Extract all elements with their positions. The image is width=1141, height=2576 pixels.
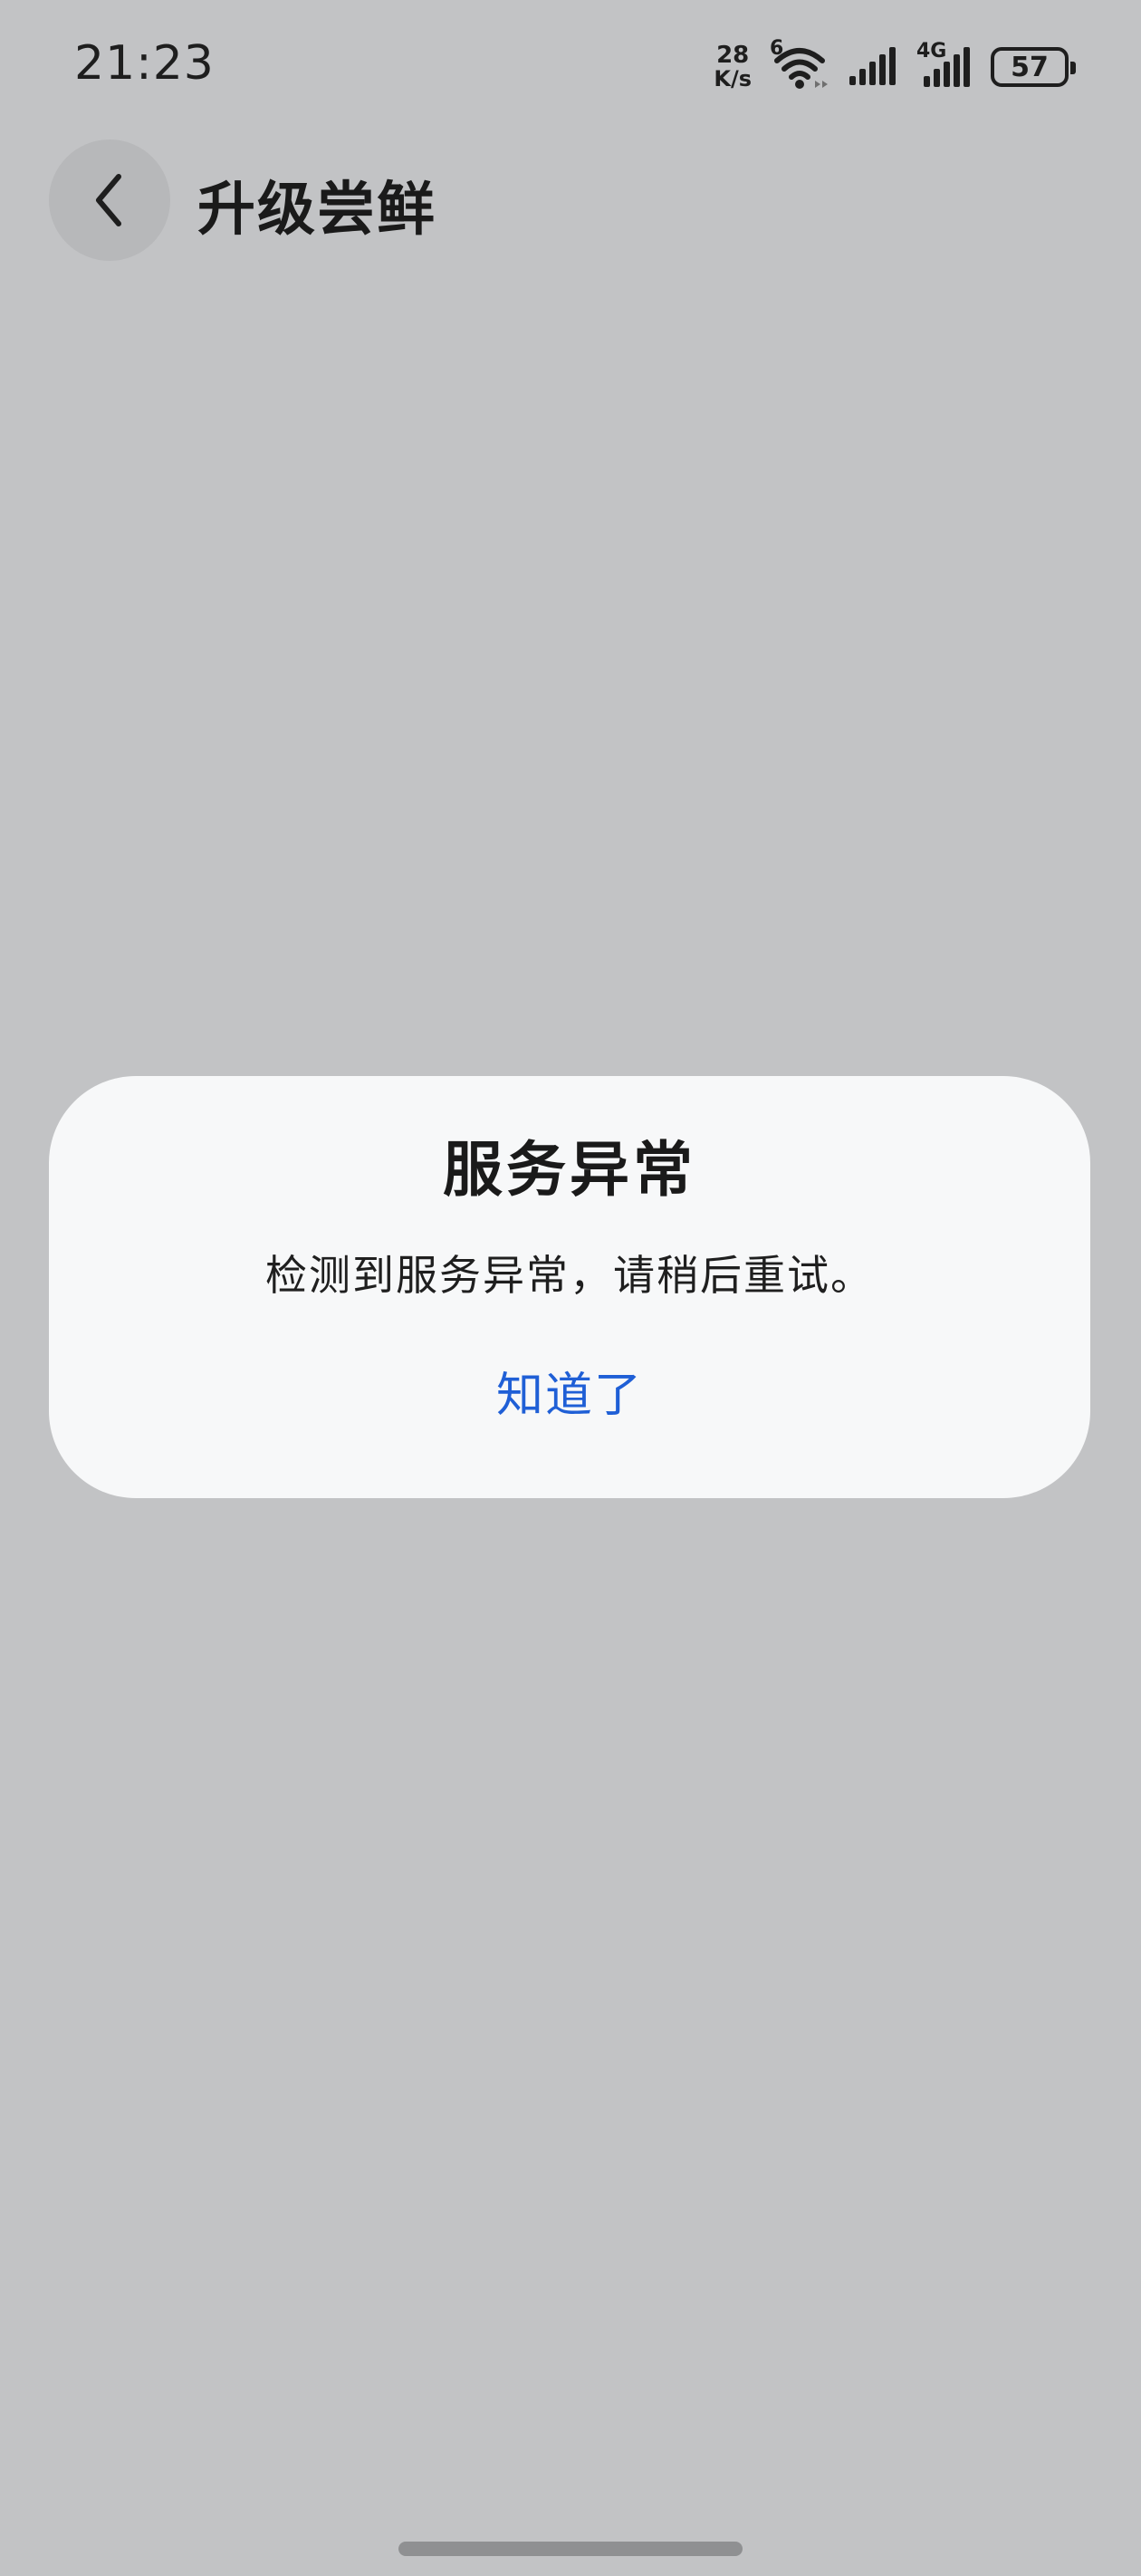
network-speed: 28 K/s [714, 43, 752, 91]
wifi-badge: 6 [770, 37, 784, 60]
page-title: 升级尝鲜 [197, 177, 436, 244]
header: 升级尝鲜 [0, 136, 1141, 272]
error-dialog: 服务异常 检测到服务异常，请稍后重试。 知道了 [49, 1076, 1090, 1498]
network-speed-unit: K/s [714, 66, 752, 91]
signal-4g-icon: 4G [916, 40, 971, 89]
signal-strength-icon [849, 47, 896, 85]
home-indicator[interactable] [398, 2542, 743, 2556]
status-bar: 21:23 28 K/s 6 4G 57 [0, 0, 1141, 136]
confirm-button[interactable]: 知道了 [411, 1341, 728, 1440]
chevron-left-icon [96, 174, 121, 226]
dialog-message: 检测到服务异常，请稍后重试。 [265, 1251, 874, 1300]
status-time: 21:23 [74, 36, 215, 91]
back-button[interactable] [49, 139, 170, 261]
screen: 21:23 28 K/s 6 4G 57 升级尝鲜 服务异常 检测到服务异常，请… [0, 0, 1141, 2576]
battery-icon: 57 [991, 47, 1076, 87]
wifi-icon: 6 [770, 37, 828, 90]
dialog-title: 服务异常 [443, 1135, 696, 1205]
network-speed-value: 28 [716, 42, 750, 69]
status-icons: 28 K/s 6 4G 57 [714, 37, 1076, 94]
battery-level: 57 [1011, 51, 1049, 83]
